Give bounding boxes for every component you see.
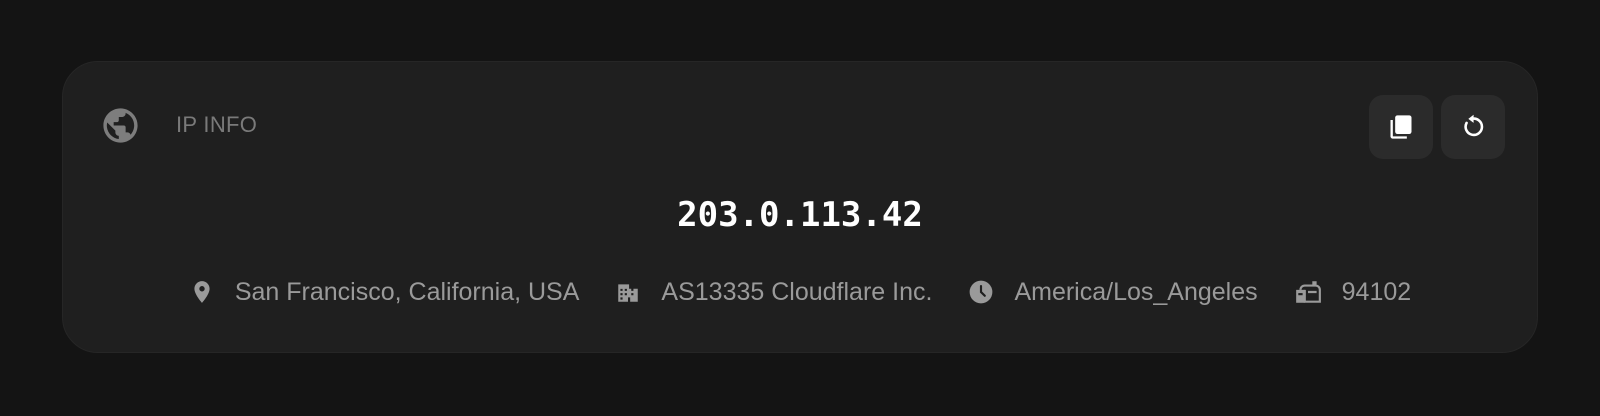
refresh-icon <box>1464 114 1484 137</box>
clock-icon <box>970 280 993 304</box>
copy-icon <box>1390 115 1412 139</box>
refresh-button[interactable] <box>1441 95 1505 159</box>
copy-button[interactable] <box>1369 95 1433 159</box>
timezone-text: America/Los_Angeles <box>1014 278 1258 306</box>
timezone-detail: America/Los_Angeles <box>968 276 1258 308</box>
location-detail: San Francisco, California, USA <box>189 276 580 308</box>
mailbox-icon <box>1295 281 1321 303</box>
location-text: San Francisco, California, USA <box>234 278 580 306</box>
card-title: IP INFO <box>176 112 258 137</box>
isp-detail: AS13335 Cloudflare Inc. <box>615 276 932 308</box>
ip-info-card: IP INFO 203.0.113.42 San Francisco, Cali… <box>62 61 1538 353</box>
postal-detail: 94102 <box>1294 276 1412 308</box>
postal-text: 94102 <box>1341 278 1412 306</box>
map-pin-icon <box>194 281 210 303</box>
ip-address: 203.0.113.42 <box>677 195 923 235</box>
isp-text: AS13335 Cloudflare Inc. <box>661 278 933 306</box>
building-icon <box>618 284 639 302</box>
details-row: San Francisco, California, USA AS13335 C… <box>63 276 1537 308</box>
globe-icon <box>103 108 138 143</box>
